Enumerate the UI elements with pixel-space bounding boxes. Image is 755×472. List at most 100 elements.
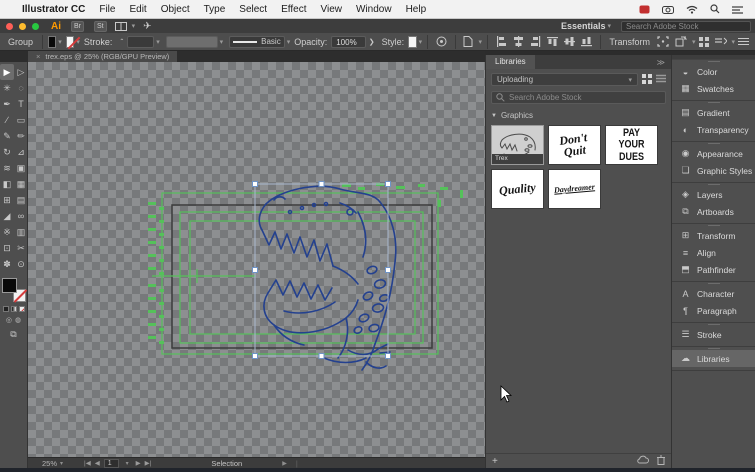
camera-menu-icon[interactable]: [662, 5, 674, 14]
scale-tool[interactable]: ⊿: [14, 144, 28, 160]
record-status-icon[interactable]: [639, 5, 650, 14]
library-item-pay-your-dues[interactable]: PAY YOUR DUES: [605, 125, 658, 165]
menu-effect[interactable]: Effect: [281, 4, 306, 15]
variable-width-dropdown[interactable]: [165, 35, 218, 48]
grid-view-icon[interactable]: [642, 73, 652, 86]
align-middle-icon[interactable]: [563, 36, 575, 47]
library-search-field[interactable]: [491, 91, 666, 104]
screen-mode-icon[interactable]: ⧉: [0, 329, 27, 340]
draw-normal-mode-icon[interactable]: ◎: [6, 316, 12, 324]
zoom-chevron-icon[interactable]: ▾: [60, 460, 63, 467]
eyedropper-tool[interactable]: ◢: [0, 208, 14, 224]
pencil-tool[interactable]: ✏: [14, 128, 28, 144]
align-left-icon[interactable]: [496, 36, 507, 47]
handle-middle-left[interactable]: [252, 267, 258, 273]
type-tool[interactable]: T: [14, 96, 28, 112]
control-menu-icon[interactable]: [738, 37, 750, 46]
library-search-input[interactable]: [509, 93, 661, 102]
shape-builder-tool[interactable]: ◧: [0, 176, 14, 192]
graph-tool[interactable]: ▥: [14, 224, 28, 240]
blend-tool[interactable]: ∞: [14, 208, 28, 224]
stroke-weight-stepper[interactable]: ⌃: [119, 38, 124, 45]
dock-item-graphic-styles[interactable]: ❏ Graphic Styles: [672, 162, 755, 179]
menu-edit[interactable]: Edit: [129, 4, 146, 15]
line-tool[interactable]: ∕: [0, 112, 14, 128]
canvas[interactable]: [28, 62, 485, 457]
section-disclosure-icon[interactable]: ▼: [491, 113, 497, 119]
handle-bottom-left[interactable]: [252, 353, 258, 359]
zoom-tool[interactable]: ⊙: [14, 256, 28, 272]
dock-item-libraries[interactable]: ☁ Libraries: [672, 350, 755, 367]
menu-file[interactable]: File: [99, 4, 115, 15]
transform-panel-link[interactable]: Transform: [609, 37, 650, 47]
handle-bottom-right[interactable]: [385, 353, 391, 359]
perspective-grid-tool[interactable]: ▦: [14, 176, 28, 192]
rectangle-tool[interactable]: ▭: [14, 112, 28, 128]
fill-indicator[interactable]: [1, 278, 17, 293]
gradient-tool[interactable]: ▤: [14, 192, 28, 208]
library-item-dont-quit[interactable]: Don't Quit: [548, 125, 601, 165]
paintbrush-tool[interactable]: ✎: [0, 128, 14, 144]
direct-selection-tool[interactable]: ▷: [14, 64, 28, 80]
brush-definition-dropdown[interactable]: Basic: [229, 35, 285, 48]
pen-tool[interactable]: ✒: [0, 96, 14, 112]
handle-top-right[interactable]: [385, 181, 391, 187]
gradient-button[interactable]: [10, 306, 17, 312]
graphic-style-swatch[interactable]: [408, 35, 417, 48]
align-right-icon[interactable]: [530, 36, 541, 47]
close-window-button[interactable]: [6, 22, 13, 30]
spotlight-search-icon[interactable]: [710, 4, 720, 14]
libraries-tab[interactable]: Libraries: [486, 55, 535, 69]
arrange-documents-icon[interactable]: [114, 21, 127, 31]
dock-item-character[interactable]: A Character: [672, 285, 755, 302]
style-chevron-icon[interactable]: ▾: [419, 38, 423, 46]
draw-behind-mode-icon[interactable]: ◍: [15, 316, 21, 324]
isolate-object-icon[interactable]: [675, 36, 687, 47]
dock-item-stroke[interactable]: ☰ Stroke: [672, 326, 755, 343]
share-icon[interactable]: ✈: [143, 21, 151, 32]
artboard-tool[interactable]: ⊡: [0, 240, 14, 256]
options-chevron-icon[interactable]: ▾: [732, 38, 736, 46]
width-chevron-icon[interactable]: ▾: [220, 38, 224, 46]
fill-chevron-icon[interactable]: ▾: [58, 38, 62, 46]
bridge-button[interactable]: Br: [71, 20, 84, 32]
shape-properties-icon[interactable]: [698, 36, 709, 47]
app-menu-title[interactable]: Illustrator CC: [22, 4, 85, 15]
recolor-artwork-icon[interactable]: [436, 36, 447, 47]
workspace-chevron-icon[interactable]: ▾: [607, 22, 611, 30]
selection-tool[interactable]: ▶: [0, 64, 14, 80]
handle-top-left[interactable]: [252, 181, 258, 187]
prev-artboard-button[interactable]: ◀: [95, 459, 100, 467]
dock-item-swatches[interactable]: ▦ Swatches: [672, 80, 755, 97]
color-button[interactable]: [2, 306, 9, 312]
align-center-icon[interactable]: [513, 36, 524, 47]
dock-item-appearance[interactable]: ◉ Appearance: [672, 145, 755, 162]
dock-item-color[interactable]: ◒ Color: [672, 63, 755, 80]
first-artboard-button[interactable]: |◀: [84, 459, 91, 467]
lasso-tool[interactable]: ◌: [14, 80, 28, 96]
last-artboard-button[interactable]: ▶|: [145, 459, 152, 467]
sync-cloud-icon[interactable]: [637, 455, 649, 467]
stroke-color-swatch[interactable]: [65, 35, 75, 48]
list-view-icon[interactable]: [656, 74, 666, 85]
dock-item-artboards[interactable]: ⧉ Artboards: [672, 203, 755, 220]
align-top-icon[interactable]: [546, 36, 558, 47]
artboard-chevron-icon[interactable]: ▾: [126, 460, 129, 467]
selected-paths-green[interactable]: [152, 192, 439, 355]
panel-options-icon[interactable]: [714, 37, 727, 47]
add-library-item-button[interactable]: +: [492, 456, 498, 467]
menu-window[interactable]: Window: [356, 4, 392, 15]
library-item-trex[interactable]: Trex: [491, 125, 544, 165]
stock-button[interactable]: St: [94, 20, 107, 32]
dock-item-align[interactable]: ≡ Align: [672, 244, 755, 261]
delete-item-icon[interactable]: [657, 455, 665, 467]
notification-center-icon[interactable]: [732, 5, 743, 14]
collapse-panel-icon[interactable]: ≫: [657, 58, 665, 67]
zoom-level[interactable]: 25%: [42, 459, 57, 468]
stroke-weight-chevron-icon[interactable]: ▾: [156, 38, 160, 46]
dock-item-gradient[interactable]: ▤ Gradient: [672, 104, 755, 121]
close-document-icon[interactable]: ×: [36, 52, 40, 61]
handle-top-center[interactable]: [318, 181, 325, 187]
menu-help[interactable]: Help: [406, 4, 427, 15]
wifi-icon[interactable]: [686, 5, 698, 14]
